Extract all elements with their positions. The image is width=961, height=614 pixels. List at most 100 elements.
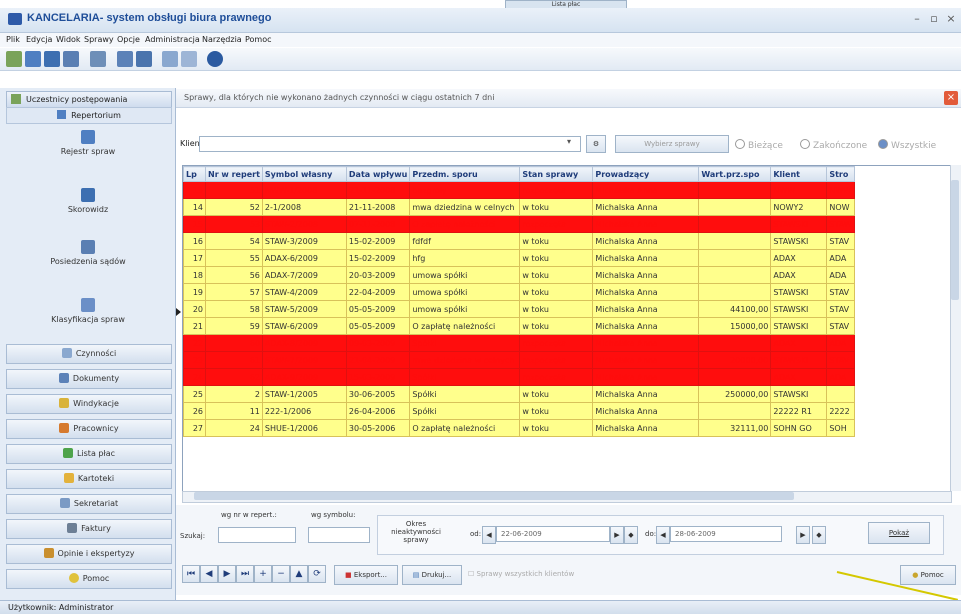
nav-first-icon[interactable]: ⏮ [182, 565, 200, 583]
table-cell: STAWSKI [770, 232, 828, 250]
table-row[interactable]: 21 59 STAW-6/2009 05-05-2009 O zapłatę należ… [183, 317, 856, 335]
to-next-icon[interactable]: ▶ [796, 526, 810, 544]
table-cell: 21-11-2008 [345, 198, 411, 216]
table-row[interactable]: 24 62 ADAX-9/2009 15-03-2009 Spółki rozpoczęt… [183, 368, 856, 386]
toolbar-print-icon[interactable] [90, 51, 106, 67]
sidebar-item-klasyfikacja[interactable]: Klasyfikacja spraw [6, 298, 170, 324]
menu-opcje[interactable]: Opcje [117, 35, 140, 44]
toolbar-table-icon[interactable] [136, 51, 152, 67]
table-row[interactable]: 22 60 ADAX-8/2009 09-03-2009 Spółki rozpoczęt… [183, 334, 856, 352]
menu-administracja[interactable]: Administracja [145, 35, 200, 44]
column-header[interactable]: Lp [183, 166, 206, 182]
table-row[interactable]: 17 55 ADAX-6/2009 15-02-2009 hfg w toku Michal… [183, 249, 856, 267]
table-row[interactable]: 20 58 STAW-5/2009 05-05-2009 umowa spółki w t… [183, 300, 856, 318]
column-header[interactable]: Klient [770, 166, 828, 182]
radio-current[interactable]: Bieżące [735, 139, 783, 151]
from-today-icon[interactable]: ◆ [624, 526, 638, 544]
toolbar-mail-icon[interactable] [162, 51, 178, 67]
column-header[interactable]: Prowadzący [592, 166, 700, 182]
sidebar-item-rejestr[interactable]: Rejestr spraw [6, 130, 170, 156]
nav-refresh-icon[interactable]: ⟳ [308, 565, 326, 583]
column-header[interactable]: Stan sprawy [519, 166, 594, 182]
close-window-icon[interactable]: × [944, 12, 958, 26]
sidebar-item-skorowidz[interactable]: Skorowidz [6, 188, 170, 214]
client-lookup-icon[interactable]: ⚙ [586, 135, 606, 153]
sidebar-dokumenty[interactable]: Dokumenty [6, 369, 172, 389]
repert-number-input[interactable] [218, 527, 296, 543]
from-next-icon[interactable]: ▶ [610, 526, 624, 544]
column-header[interactable]: Symbol własny [261, 166, 347, 182]
from-date-input[interactable]: 22-06-2009 [496, 526, 610, 542]
print-button[interactable]: ▤ Drukuj... [402, 565, 462, 585]
toolbar-cases-icon[interactable] [25, 51, 41, 67]
show-button[interactable]: Pokaż [868, 522, 930, 544]
sidebar-pracownicy[interactable]: Pracownicy [6, 419, 172, 439]
table-row[interactable]: 19 57 STAW-4/2009 22-04-2009 umowa spółki w t… [183, 283, 856, 301]
table-row[interactable]: 26 11 222-1/2006 26-04-2006 Spółki w toku Mich… [183, 402, 856, 420]
toolbar-window-icon[interactable] [181, 51, 197, 67]
sidebar-item-posiedzenia[interactable]: Posiedzenia sądów [6, 240, 170, 266]
table-row[interactable]: 13 51 NWW-1/2008 21-11-2008 bazgroły rozpoczę… [183, 181, 856, 199]
nav-prev-icon[interactable]: ◀ [200, 565, 218, 583]
table-row[interactable]: 18 56 ADAX-7/2009 20-03-2009 umowa spółki w t… [183, 266, 856, 284]
maximize-icon[interactable]: ▫ [927, 12, 941, 26]
to-date-input[interactable]: 28-06-2009 [670, 526, 782, 542]
help-icon[interactable] [207, 51, 223, 67]
cases-grid[interactable]: Lp Nr w repert Symbol własny Data wpływu Prz… [182, 165, 952, 493]
top-strip [0, 0, 961, 8]
table-row[interactable]: 14 52 2-1/2008 21-11-2008 mwa dziedzina w ce… [183, 198, 856, 216]
sidebar-kartoteki[interactable]: Kartoteki [6, 469, 172, 489]
horizontal-scroll-thumb[interactable] [194, 492, 794, 500]
sidebar-header[interactable]: Uczestnicy postępowania [6, 91, 172, 108]
toolbar-index-icon[interactable] [44, 51, 60, 67]
menu-plik[interactable]: Plik [6, 35, 20, 44]
table-row[interactable]: 25 2 STAW-1/2005 30-06-2005 Spółki w toku Mich… [183, 385, 856, 403]
select-cases-button[interactable]: Wybierz sprawy [615, 135, 729, 153]
column-header[interactable]: Wart.prz.spo [698, 166, 772, 182]
toolbar-courts-icon[interactable] [63, 51, 79, 67]
all-clients-checkbox[interactable]: ☐ Sprawy wszystkich klientów [468, 570, 574, 578]
radio-all[interactable]: Wszystkie [878, 139, 936, 151]
to-today-icon[interactable]: ◆ [812, 526, 826, 544]
sidebar-repertorium[interactable]: Repertorium [6, 107, 172, 124]
column-header[interactable]: Nr w repert [205, 166, 263, 182]
radio-closed[interactable]: Zakończone [800, 139, 867, 151]
nav-edit-icon[interactable]: ▲ [290, 565, 308, 583]
nav-last-icon[interactable]: ⏭ [236, 565, 254, 583]
nav-next-icon[interactable]: ▶ [218, 565, 236, 583]
column-header[interactable]: Stro [826, 166, 856, 182]
toolbar-users-icon[interactable] [6, 51, 22, 67]
sidebar-pomoc[interactable]: Pomoc [6, 569, 172, 589]
sidebar-czynnosci[interactable]: Czynności [6, 344, 172, 364]
to-prev-icon[interactable]: ◀ [656, 526, 670, 544]
symbol-input[interactable] [308, 527, 370, 543]
table-cell: STAW [826, 215, 856, 233]
nav-insert-icon[interactable]: + [254, 565, 272, 583]
table-row[interactable]: 23 61 STAW-7/2009 21-04-2009 mwa dziedzina w… [183, 351, 856, 369]
nav-delete-icon[interactable]: − [272, 565, 290, 583]
menu-sprawy[interactable]: Sprawy [84, 35, 114, 44]
minimize-icon[interactable]: – [910, 12, 924, 26]
table-row[interactable]: 15 53 STAW-2/2008 07-11-2008 O zapłatę należ… [183, 215, 856, 233]
export-button[interactable]: ■ Eksport... [334, 565, 398, 585]
table-row[interactable]: 16 54 STAW-3/2009 15-02-2009 fdfdf w toku Mich… [183, 232, 856, 250]
chevron-down-icon[interactable]: ▾ [567, 137, 571, 146]
sidebar-windykacje[interactable]: Windykacje [6, 394, 172, 414]
table-row[interactable]: 27 24 SHUE-1/2006 30-05-2006 O zapłatę należ… [183, 419, 856, 437]
sidebar-sekretariat[interactable]: Sekretariat [6, 494, 172, 514]
menu-edycja[interactable]: Edycja [26, 35, 52, 44]
menu-pomoc[interactable]: Pomoc [245, 35, 272, 44]
column-header[interactable]: Przedm. sporu [409, 166, 521, 182]
client-select[interactable] [199, 136, 581, 152]
sidebar-opinie[interactable]: Opinie i ekspertyzy [6, 544, 172, 564]
from-prev-icon[interactable]: ◀ [482, 526, 496, 544]
toolbar-calendar-icon[interactable] [117, 51, 133, 67]
menu-narzedzia[interactable]: Narzędzia [202, 35, 242, 44]
sidebar-faktury[interactable]: Faktury [6, 519, 172, 539]
menu-widok[interactable]: Widok [56, 35, 81, 44]
sidebar-lista-plac[interactable]: Lista płac [6, 444, 172, 464]
column-header[interactable]: Data wpływu [345, 166, 411, 182]
close-panel-icon[interactable]: × [944, 91, 958, 105]
vertical-scroll-thumb[interactable] [951, 180, 959, 300]
help-button[interactable]: ● Pomoc [900, 565, 956, 585]
